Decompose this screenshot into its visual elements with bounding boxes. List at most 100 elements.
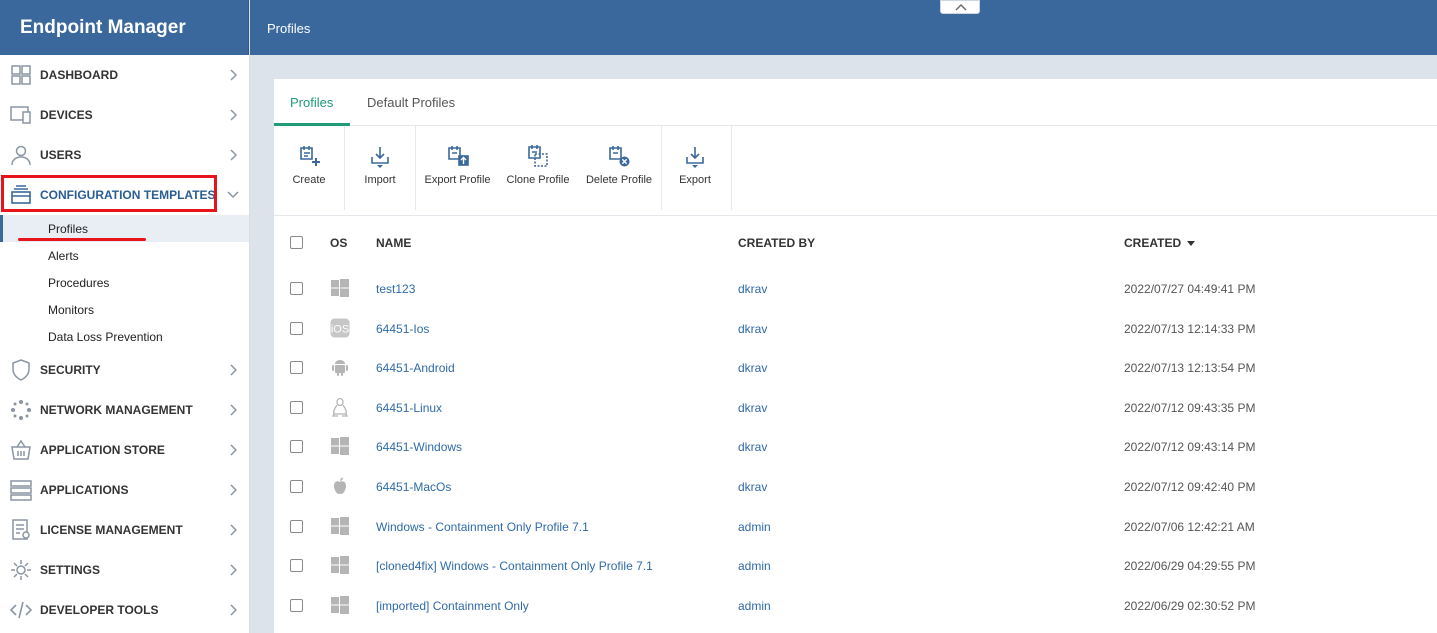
sidebar-item-configuration-templates[interactable]: CONFIGURATION TEMPLATES (0, 175, 249, 215)
column-header-name[interactable]: NAME (376, 236, 411, 250)
linux-icon (331, 397, 349, 417)
table-row[interactable]: test123 dkrav 2022/07/27 04:49:41 PM (274, 269, 1437, 309)
subnav-label: Profiles (48, 221, 89, 236)
sidebar-item-users[interactable]: USERS (0, 135, 249, 175)
create-button[interactable]: Create (274, 126, 344, 210)
row-checkbox[interactable] (290, 598, 303, 612)
profile-name-link[interactable]: 64451-Windows (376, 440, 462, 454)
sidebar-item-network-management[interactable]: NETWORK MANAGEMENT (0, 390, 249, 430)
gear-icon (11, 560, 31, 580)
chevron-right-icon (230, 109, 237, 121)
sidebar-item-devices[interactable]: DEVICES (0, 95, 249, 135)
table-row[interactable]: 64451-Linux dkrav 2022/07/12 09:43:35 PM (274, 388, 1437, 428)
table-row[interactable]: Windows - Containment Only Profile 7.1 a… (274, 507, 1437, 547)
delete-profile-button[interactable]: Delete Profile (583, 126, 655, 210)
profile-name-link[interactable]: test123 (376, 282, 415, 296)
clone-profile-label: Clone Profile (506, 174, 570, 186)
chevron-right-icon (230, 149, 237, 161)
tab-default-profiles[interactable]: Default Profiles (367, 95, 455, 110)
created-by-link[interactable]: dkrav (738, 282, 767, 296)
row-checkbox[interactable] (290, 440, 303, 454)
subnav-item-monitors[interactable]: Monitors (0, 296, 249, 323)
profile-name-link[interactable]: 64451-MacOs (376, 480, 451, 494)
svg-text:iOS: iOS (331, 323, 349, 335)
android-icon (332, 360, 348, 377)
chevron-right-icon (230, 69, 237, 81)
table-row[interactable]: 64451-MacOs dkrav 2022/07/12 09:42:40 PM (274, 467, 1437, 507)
created-by-link[interactable]: dkrav (738, 401, 767, 415)
created-by-link[interactable]: dkrav (738, 480, 767, 494)
sidebar-item-developer-tools[interactable]: DEVELOPER TOOLS (0, 590, 249, 630)
created-by-link[interactable]: admin (738, 520, 771, 534)
created-by-link[interactable]: admin (738, 559, 771, 573)
sidebar-item-label: DASHBOARD (40, 68, 118, 82)
toolbar-divider (731, 126, 732, 210)
sidebar-item-label: SECURITY (40, 363, 101, 377)
sidebar-item-security[interactable]: SECURITY (0, 350, 249, 390)
table-row[interactable]: 64451-Android dkrav 2022/07/13 12:13:54 … (274, 348, 1437, 388)
top-header: Profiles (250, 0, 1437, 55)
sidebar-item-license-management[interactable]: LICENSE MANAGEMENT (0, 510, 249, 550)
chevron-right-icon (230, 604, 237, 616)
chevron-right-icon (230, 564, 237, 576)
annotation-underline (18, 238, 146, 241)
select-all-checkbox[interactable] (290, 236, 303, 249)
row-checkbox[interactable] (290, 480, 303, 493)
subnav-label: Monitors (48, 302, 95, 317)
sidebar-item-application-store[interactable]: APPLICATION STORE (0, 430, 249, 470)
export-profile-button[interactable]: Export Profile (420, 126, 495, 210)
row-checkbox[interactable] (290, 400, 303, 414)
row-checkbox[interactable] (290, 321, 303, 335)
import-icon (371, 147, 389, 168)
subnav-item-alerts[interactable]: Alerts (0, 242, 249, 269)
sidebar-item-settings[interactable]: SETTINGS (0, 550, 249, 590)
dashboard-icon (11, 65, 31, 85)
chevron-down-icon (227, 191, 239, 199)
created-by-link[interactable]: admin (738, 599, 771, 613)
row-checkbox[interactable] (290, 559, 303, 573)
subnav-label: Procedures (48, 275, 110, 290)
app-title: Endpoint Manager (0, 0, 249, 55)
created-date: 2022/06/29 02:30:52 PM (1124, 598, 1256, 613)
column-header-created-by[interactable]: CREATED BY (738, 236, 815, 250)
export-label: Export (679, 174, 711, 186)
profile-name-link[interactable]: Windows - Containment Only Profile 7.1 (376, 520, 589, 534)
export-button[interactable]: Export (661, 126, 729, 210)
row-checkbox[interactable] (290, 519, 303, 533)
export-profile-label: Export Profile (424, 174, 491, 186)
row-checkbox[interactable] (290, 282, 303, 295)
sidebar-item-dashboard[interactable]: DASHBOARD (0, 55, 249, 95)
column-header-os[interactable]: OS (330, 236, 347, 250)
clone-profile-button[interactable]: Clone Profile (503, 126, 573, 210)
chevron-right-icon (230, 484, 237, 496)
table-row[interactable]: iOS 64451-Ios dkrav 2022/07/13 12:14:33 … (274, 309, 1437, 349)
created-date: 2022/07/12 09:43:35 PM (1124, 400, 1256, 415)
table-row[interactable]: [cloned4fix] Windows - Containment Only … (274, 546, 1437, 586)
subnav-item-procedures[interactable]: Procedures (0, 269, 249, 296)
profile-name-link[interactable]: 64451-Android (376, 361, 455, 375)
profile-name-link[interactable]: [imported] Containment Only (376, 599, 529, 613)
column-header-created[interactable]: CREATED (1124, 236, 1196, 250)
created-by-link[interactable]: dkrav (738, 440, 767, 454)
table-header: OS NAME CREATED BY CREATED (274, 216, 1437, 269)
profile-name-link[interactable]: [cloned4fix] Windows - Containment Only … (376, 559, 653, 573)
windows-icon (331, 595, 349, 614)
table-row[interactable]: [imported] Containment Only admin 2022/0… (274, 586, 1437, 626)
windows-icon (331, 437, 349, 456)
profile-name-link[interactable]: 64451-Ios (376, 322, 429, 336)
created-by-link[interactable]: dkrav (738, 361, 767, 375)
row-checkbox[interactable] (290, 361, 303, 375)
created-date: 2022/07/12 09:42:40 PM (1124, 480, 1256, 494)
table-row[interactable]: 64451-Windows dkrav 2022/07/12 09:43:14 … (274, 427, 1437, 467)
sidebar-item-applications[interactable]: APPLICATIONS (0, 470, 249, 510)
collapse-header-button[interactable] (940, 0, 980, 14)
tab-bar: Profiles Default Profiles (274, 79, 1437, 126)
created-by-link[interactable]: dkrav (738, 322, 767, 336)
import-button[interactable]: Import (345, 126, 415, 210)
tab-profiles[interactable]: Profiles (290, 95, 333, 110)
chevron-right-icon (230, 524, 237, 536)
sidebar-item-label: NETWORK MANAGEMENT (40, 403, 193, 417)
sidebar-item-label: CONFIGURATION TEMPLATES (40, 188, 216, 202)
profile-name-link[interactable]: 64451-Linux (376, 401, 442, 415)
subnav-item-data-loss-prevention[interactable]: Data Loss Prevention (0, 323, 249, 350)
